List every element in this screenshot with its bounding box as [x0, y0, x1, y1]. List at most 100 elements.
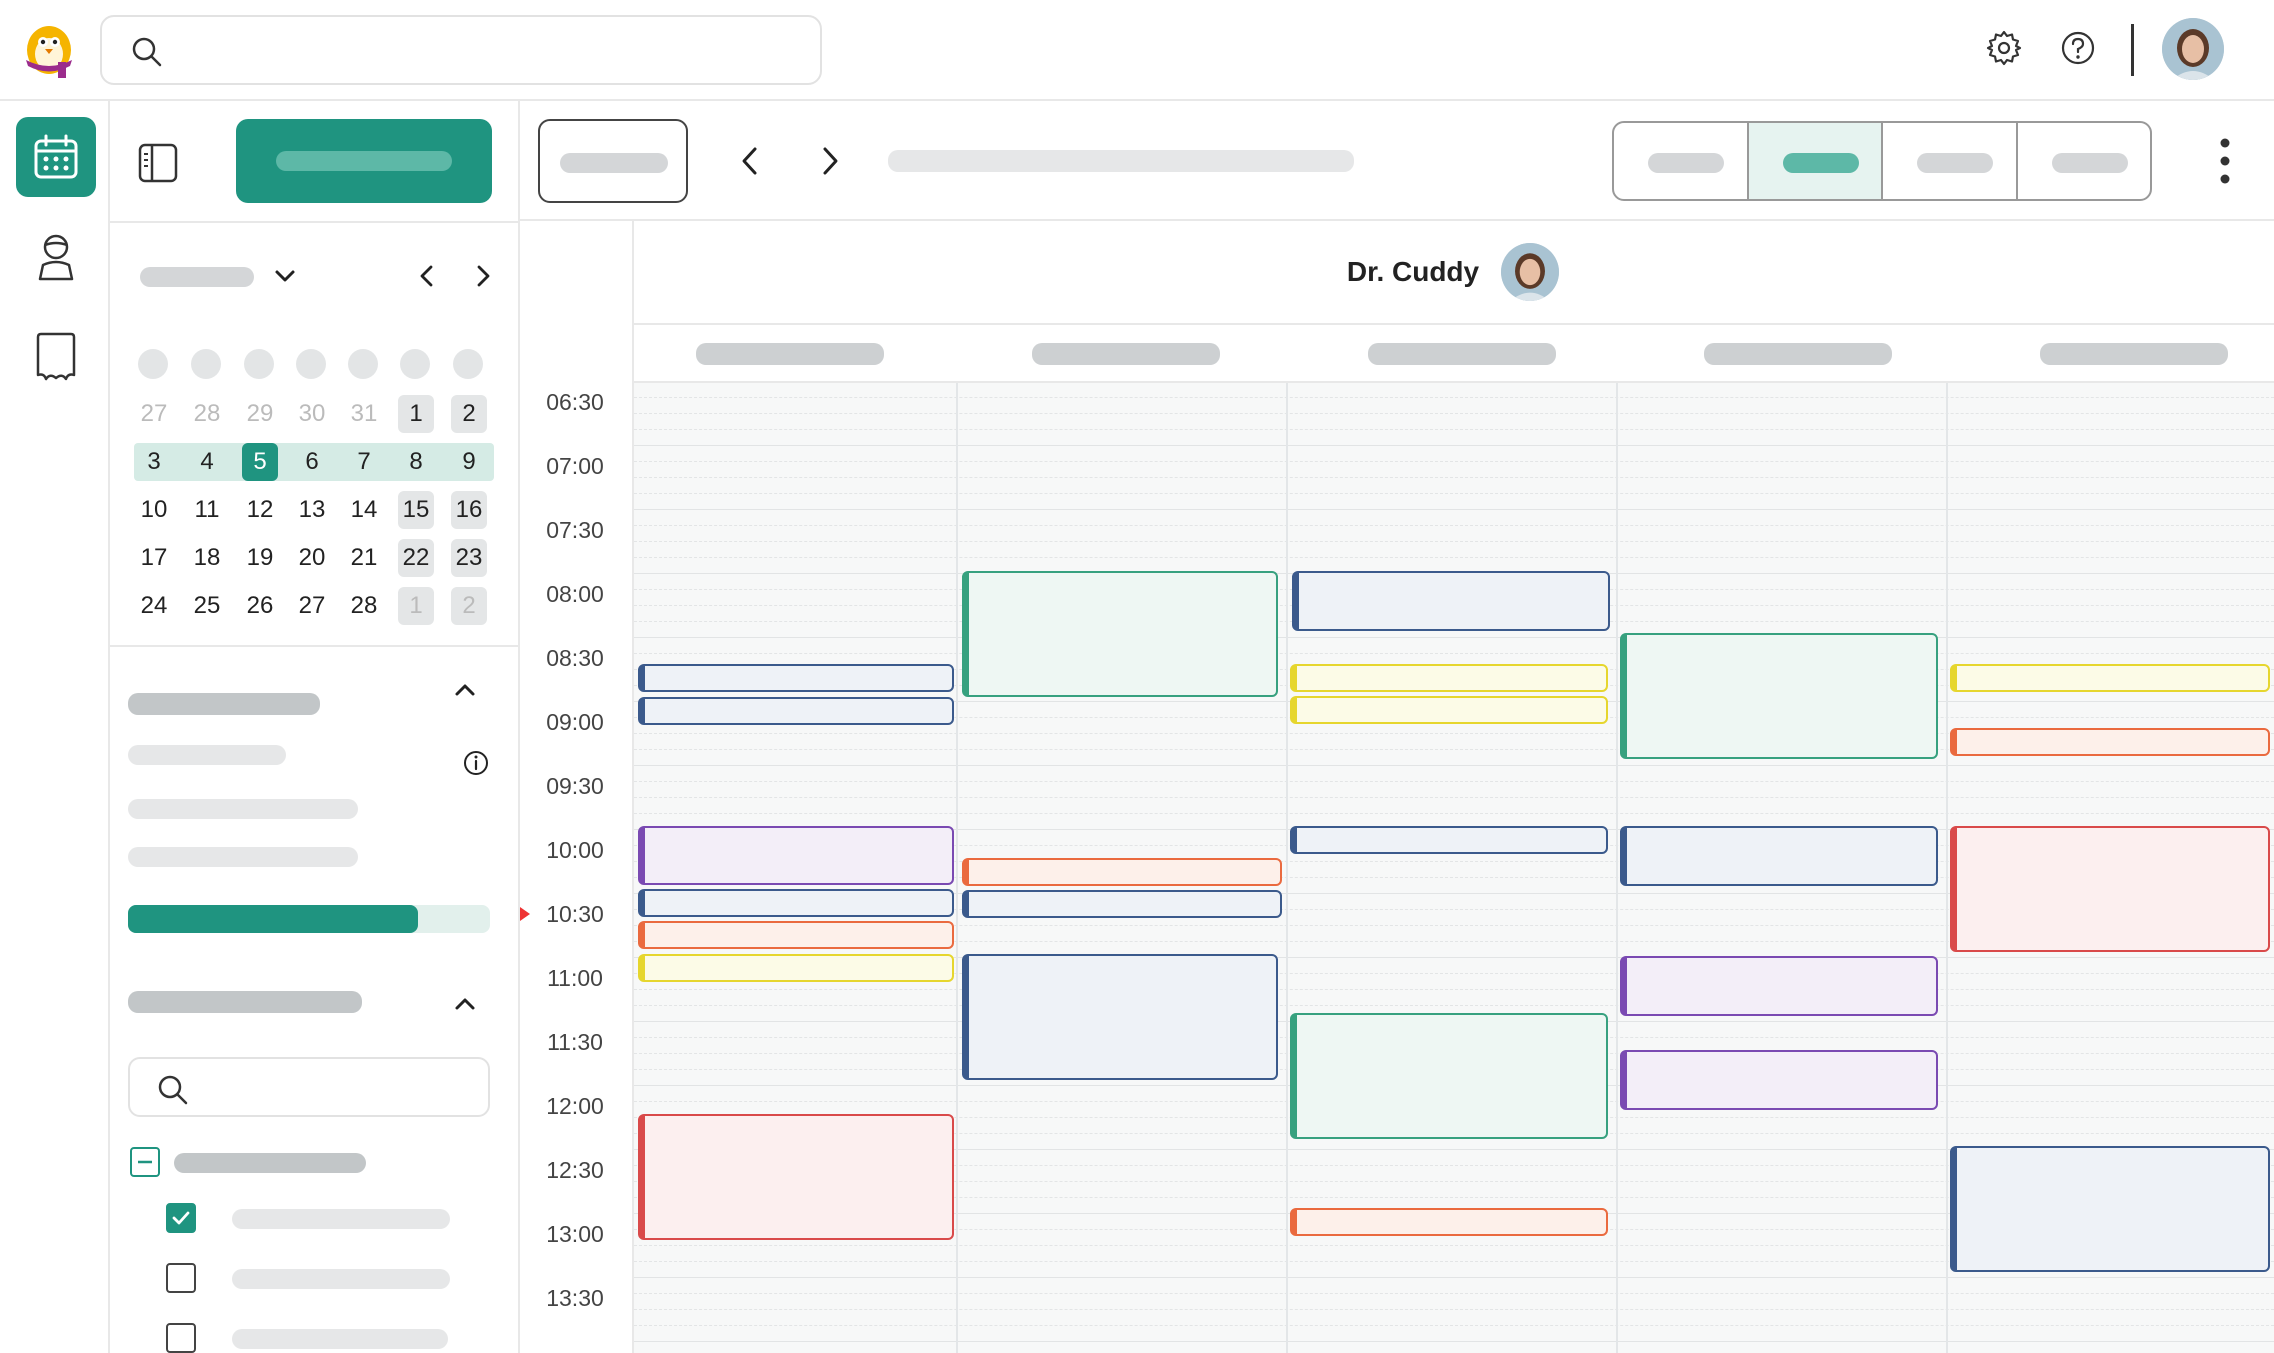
appointment-block[interactable]: [962, 571, 1278, 697]
create-appointment-button[interactable]: [236, 119, 492, 203]
view-week-button[interactable]: [1748, 123, 1883, 199]
day-cell[interactable]: 19: [242, 539, 278, 577]
time-label: 09:30: [546, 773, 604, 799]
appointment-block[interactable]: [638, 1114, 954, 1240]
appointment-block[interactable]: [638, 697, 954, 725]
check-icon: [172, 1211, 190, 1225]
appointment-block[interactable]: [1950, 728, 2270, 756]
day-cell[interactable]: 27: [136, 395, 172, 433]
calendar-icon: [34, 134, 78, 179]
day-cell[interactable]: 4: [189, 443, 225, 481]
today-button[interactable]: [538, 119, 688, 203]
appointment-block[interactable]: [962, 858, 1282, 886]
day-cell[interactable]: 21: [346, 539, 382, 577]
side-panel: 27 28 29 30 31 1 2 3 4 5 6 7 8 9 10 11 1…: [110, 101, 520, 1353]
day-cell[interactable]: 26: [242, 587, 278, 625]
appointment-block[interactable]: [1290, 826, 1608, 854]
top-bar: [0, 0, 2274, 101]
appointment-block[interactable]: [1290, 1208, 1608, 1236]
day-cell[interactable]: 31: [346, 395, 382, 433]
day-cell[interactable]: 24: [136, 587, 172, 625]
day-cell[interactable]: 17: [136, 539, 172, 577]
day-cell[interactable]: 15: [398, 491, 434, 529]
day-cell[interactable]: 13: [294, 491, 330, 529]
day-cell[interactable]: 1: [398, 395, 434, 433]
appointment-block[interactable]: [962, 954, 1278, 1080]
day-cell[interactable]: 7: [346, 443, 382, 481]
day-cell[interactable]: 25: [189, 587, 225, 625]
day-cell[interactable]: 16: [451, 491, 487, 529]
appointment-block[interactable]: [1292, 571, 1610, 631]
chevron-up-icon[interactable]: [450, 989, 480, 1019]
current-time-marker: [520, 907, 530, 921]
appointment-block[interactable]: [1620, 1050, 1938, 1110]
day-cell-selected[interactable]: 5: [242, 443, 278, 481]
filter-checkbox[interactable]: [166, 1323, 196, 1353]
day-cell[interactable]: 28: [189, 395, 225, 433]
appointment-block[interactable]: [1290, 664, 1608, 692]
text-placeholder: [128, 847, 358, 867]
nav-patients-button[interactable]: [16, 217, 96, 297]
appointment-block[interactable]: [1620, 633, 1938, 759]
appointment-block[interactable]: [638, 664, 954, 692]
day-cell[interactable]: 6: [294, 443, 330, 481]
day-cell[interactable]: 11: [189, 491, 225, 529]
gear-icon[interactable]: [1984, 28, 2024, 68]
day-cell[interactable]: 2: [451, 395, 487, 433]
appointment-block[interactable]: [1950, 826, 2270, 952]
day-cell[interactable]: 29: [242, 395, 278, 433]
appointment-block[interactable]: [638, 954, 954, 982]
view-day-button[interactable]: [1614, 123, 1749, 199]
day-cell[interactable]: 28: [346, 587, 382, 625]
appointment-block[interactable]: [638, 889, 954, 917]
prev-month-icon[interactable]: [412, 261, 442, 291]
day-cell[interactable]: 18: [189, 539, 225, 577]
global-search-input[interactable]: [100, 15, 822, 85]
nav-calendar-button[interactable]: [16, 117, 96, 197]
grid-subline: [634, 541, 2274, 542]
next-month-icon[interactable]: [468, 261, 498, 291]
info-icon[interactable]: [462, 749, 490, 777]
view-list-button[interactable]: [2018, 123, 2151, 199]
grid-subline: [634, 557, 2274, 558]
day-cell[interactable]: 1: [398, 587, 434, 625]
more-options-icon[interactable]: [2200, 131, 2250, 191]
appointment-block[interactable]: [1290, 1013, 1608, 1139]
day-cell[interactable]: 30: [294, 395, 330, 433]
day-cell[interactable]: 22: [398, 539, 434, 577]
day-cell[interactable]: 8: [398, 443, 434, 481]
day-cell[interactable]: 9: [451, 443, 487, 481]
day-cell[interactable]: 14: [346, 491, 382, 529]
day-cell[interactable]: 3: [136, 443, 172, 481]
day-cell[interactable]: 20: [294, 539, 330, 577]
chevron-down-icon[interactable]: [270, 261, 300, 291]
appointment-block[interactable]: [1620, 956, 1938, 1016]
appointment-block[interactable]: [1620, 826, 1938, 886]
appointment-block[interactable]: [1950, 1146, 2270, 1272]
select-all-checkbox[interactable]: [130, 1147, 160, 1177]
filter-checkbox[interactable]: [166, 1263, 196, 1293]
day-cell[interactable]: 23: [451, 539, 487, 577]
nav-bookmark-button[interactable]: [16, 317, 96, 397]
appointment-block[interactable]: [638, 826, 954, 885]
filter-search-input[interactable]: [128, 1057, 490, 1117]
prev-week-icon[interactable]: [730, 139, 770, 183]
user-avatar[interactable]: [2162, 18, 2224, 80]
divider: [110, 645, 520, 647]
day-cell[interactable]: 27: [294, 587, 330, 625]
view-month-button[interactable]: [1883, 123, 2018, 199]
chevron-up-icon[interactable]: [450, 675, 480, 705]
appointment-block[interactable]: [638, 921, 954, 949]
day-cell[interactable]: 10: [136, 491, 172, 529]
help-icon[interactable]: [2058, 28, 2098, 68]
filter-checkbox-checked[interactable]: [166, 1203, 196, 1233]
appointment-block[interactable]: [1950, 664, 2270, 692]
appointment-block[interactable]: [962, 890, 1282, 918]
appointment-block[interactable]: [1290, 696, 1608, 724]
sidebar-toggle-icon[interactable]: [136, 141, 180, 185]
day-cell[interactable]: 12: [242, 491, 278, 529]
day-cell[interactable]: 2: [451, 587, 487, 625]
penguin-logo[interactable]: [18, 20, 80, 80]
time-label: 10:30: [546, 901, 604, 927]
next-week-icon[interactable]: [810, 139, 850, 183]
